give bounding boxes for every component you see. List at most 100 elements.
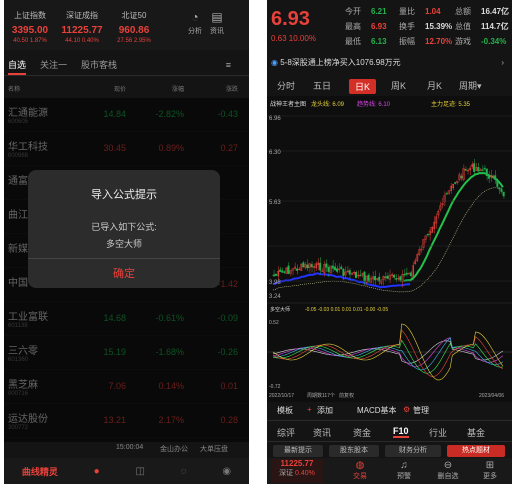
more-icon[interactable]: › bbox=[501, 54, 504, 72]
news-icon: ▤ bbox=[211, 10, 223, 24]
stat-value: 15.39% bbox=[425, 22, 453, 31]
tab-timeshare[interactable]: 分时 bbox=[277, 79, 295, 92]
template-button[interactable]: 模板 bbox=[277, 405, 293, 416]
analysis-button[interactable]: ◔ 分析 bbox=[184, 0, 206, 50]
stat-key: 振幅 bbox=[399, 37, 415, 46]
trade-button[interactable]: ◍ 交易 bbox=[345, 460, 375, 481]
stat-value: -0.34% bbox=[481, 37, 507, 46]
shareholder-button[interactable]: 股东股本 bbox=[329, 445, 379, 457]
quote-header: 6.93 0.63 10.00% 今开 6.21 量比 1.04 总额 16.47亿 最高 6… bbox=[267, 0, 512, 50]
analysis-label: 分析 bbox=[188, 28, 202, 35]
header-pct[interactable]: 涨幅 bbox=[172, 84, 184, 93]
index-card[interactable]: 深证成指 11225.77 44.10 0.40% bbox=[56, 0, 108, 50]
alert-button[interactable]: ♫ 预警 bbox=[389, 460, 419, 481]
community-icon[interactable]: ◌ bbox=[181, 466, 187, 477]
current-price: 6.93 bbox=[271, 8, 310, 30]
stat-key: 换手 bbox=[399, 22, 415, 31]
quote-stat: 最低 6.13 bbox=[345, 36, 387, 47]
header-chg[interactable]: 涨跌 bbox=[226, 84, 238, 93]
header-price[interactable]: 现价 bbox=[114, 84, 126, 93]
stat-value: 6.21 bbox=[371, 7, 387, 16]
tab-selfselect[interactable]: 自选 bbox=[8, 56, 27, 75]
minus-circle-icon: ⊖ bbox=[443, 460, 453, 471]
ticker-item[interactable]: 金山办公 bbox=[160, 444, 188, 454]
axis-label: 5.63 bbox=[269, 200, 281, 206]
dragon-line-label: 龙头线: 6.09 bbox=[311, 100, 345, 108]
profile-icon[interactable]: ◉ bbox=[222, 466, 231, 477]
axis-label: 3.98 bbox=[269, 280, 281, 286]
add-button[interactable]: 添加 bbox=[317, 405, 333, 416]
stat-value: 1.04 bbox=[425, 7, 441, 16]
tab-overview[interactable]: 综评 bbox=[277, 426, 295, 439]
market-icon[interactable]: ◫ bbox=[135, 466, 144, 477]
index-value: 960.86 bbox=[118, 25, 150, 36]
index-name: 上证指数 bbox=[14, 11, 46, 20]
remove-watchlist-button[interactable]: ⊖ 删自选 bbox=[431, 460, 465, 481]
dialog-formula-name: 多空大师 bbox=[105, 239, 142, 249]
add-icon[interactable]: + bbox=[307, 405, 312, 414]
menu-icon[interactable]: ≡ bbox=[226, 56, 231, 74]
tab-period[interactable]: 周期▾ bbox=[459, 79, 482, 92]
gear-icon[interactable]: ⚙ bbox=[403, 405, 410, 414]
tab-follow[interactable]: 关注一 bbox=[40, 56, 67, 75]
indicator-name: 战神王者主图 bbox=[270, 100, 306, 108]
manage-button[interactable]: 管理 bbox=[413, 405, 429, 416]
tab-daily-k[interactable]: 日K bbox=[349, 79, 377, 94]
index-value: 11225.77 bbox=[61, 25, 103, 36]
dialog-message: 已导入如下公式: bbox=[91, 222, 157, 232]
sz-index-label: 深证 bbox=[279, 470, 294, 477]
latest-tips-button[interactable]: 最新提示 bbox=[273, 445, 323, 457]
tab-f10[interactable]: F10 bbox=[393, 426, 409, 438]
tab-monthly-k[interactable]: 月K bbox=[427, 79, 442, 92]
hot-topic-button[interactable]: 热点题材 bbox=[447, 445, 505, 457]
more-button[interactable]: ⊞ 更多 bbox=[475, 460, 505, 481]
quote-stat: 总额 16.47亿 bbox=[455, 6, 509, 17]
stat-key: 量比 bbox=[399, 7, 415, 16]
finance-button[interactable]: 财务分析 bbox=[385, 445, 441, 457]
quote-stat: 总值 114.7亿 bbox=[455, 21, 509, 32]
quote-stat: 振幅 12.70% bbox=[399, 36, 452, 47]
alert-label: 预警 bbox=[397, 473, 411, 480]
kline-chart[interactable]: 战神王者主图 龙头线: 6.09 趋势线: 6.10 主力足迹: 5.35 6.… bbox=[267, 96, 512, 402]
brand-logo: 曲线精灵 bbox=[21, 466, 58, 477]
sz-index-change: 0.40% bbox=[295, 470, 315, 477]
news-button[interactable]: ▤ 资讯 bbox=[206, 0, 228, 50]
quote-stat: 量比 1.04 bbox=[399, 6, 441, 17]
tab-5day[interactable]: 五日 bbox=[313, 79, 331, 92]
list-header: 名称 现价 涨幅 涨跌 bbox=[4, 84, 249, 98]
ticker-item[interactable]: 大单压盘 bbox=[200, 444, 228, 454]
tab-fund[interactable]: 基金 bbox=[467, 426, 485, 439]
tab-industry[interactable]: 行业 bbox=[429, 426, 447, 439]
index-change: 40.50 1.87% bbox=[13, 38, 47, 44]
ticker-bar: 15:00:04 金山办公 大单压盘 bbox=[4, 442, 249, 456]
sz-index-mini[interactable]: 11225.77 深证 0.40% bbox=[271, 459, 323, 483]
import-formula-dialog: 导入公式提示 已导入如下公式: 多空大师 确定 bbox=[28, 170, 220, 288]
tab-weekly-k[interactable]: 周K bbox=[391, 79, 406, 92]
index-change: 27.56 2.95% bbox=[117, 38, 151, 44]
adjust-mode: 前复权 bbox=[339, 392, 354, 399]
remove-watchlist-label: 删自选 bbox=[437, 473, 459, 480]
trade-icon[interactable]: ● bbox=[94, 466, 100, 477]
confirm-button[interactable]: 确定 bbox=[28, 258, 220, 288]
tab-funds[interactable]: 资金 bbox=[353, 426, 371, 439]
stat-value: 114.7亿 bbox=[481, 22, 509, 31]
kline-svg: 战神王者主图 龙头线: 6.09 趋势线: 6.10 主力足迹: 5.35 6.… bbox=[267, 100, 512, 399]
sub-indicator-values: -0.05 -0.03 0.01 0.01 0.01 -0.00 -0.05 bbox=[305, 307, 388, 313]
index-value: 3395.00 bbox=[11, 25, 49, 36]
tab-news[interactable]: 资讯 bbox=[313, 426, 331, 439]
tab-inn[interactable]: 股市客栈 bbox=[81, 56, 117, 75]
bell-icon: ♫ bbox=[400, 460, 408, 471]
stat-value: 16.47亿 bbox=[481, 7, 510, 16]
axis-label: 6.96 bbox=[269, 116, 281, 122]
stat-key: 总额 bbox=[455, 7, 471, 16]
index-card[interactable]: 北证50 960.86 27.56 2.95% bbox=[108, 0, 160, 50]
news-ticker-text: 5-8深股通上榜净买入1076.98万元 bbox=[280, 58, 401, 67]
macd-button[interactable]: MACD基本 bbox=[357, 405, 397, 416]
index-card[interactable]: 上证指数 3395.00 40.50 1.87% bbox=[4, 0, 56, 50]
stat-key: 今开 bbox=[345, 7, 361, 16]
trend-line-label: 趋势线: 6.10 bbox=[357, 100, 391, 108]
news-ticker[interactable]: ◉ 5-8深股通上榜净买入1076.98万元 › bbox=[267, 54, 512, 72]
quote-stat: 最高 6.93 bbox=[345, 21, 387, 32]
stat-key: 游戏 bbox=[455, 37, 471, 46]
header-name[interactable]: 名称 bbox=[8, 84, 20, 93]
